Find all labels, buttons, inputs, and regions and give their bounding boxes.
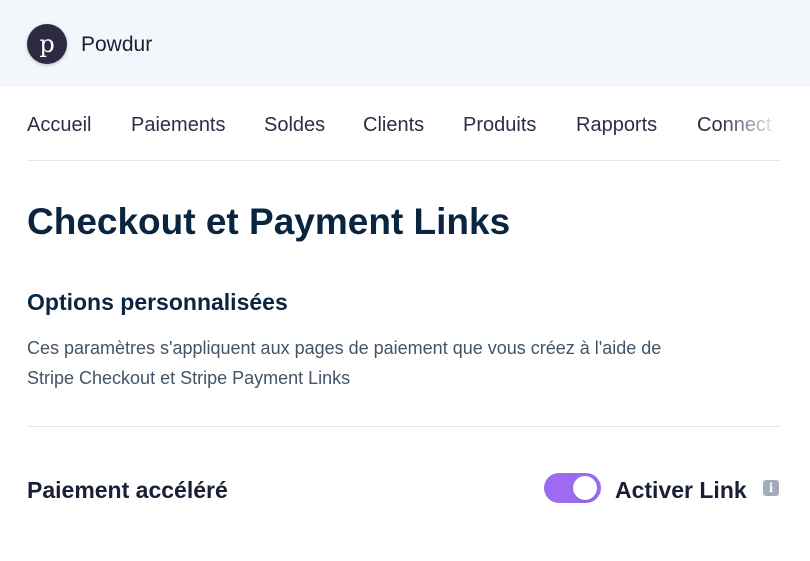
- setting-label-accelerated-payment: Paiement accéléré: [27, 477, 228, 503]
- nav-item-soldes[interactable]: Soldes: [264, 113, 325, 137]
- info-icon[interactable]: i: [763, 480, 779, 496]
- nav-divider: [27, 160, 780, 161]
- nav-item-rapports[interactable]: Rapports: [576, 113, 657, 137]
- top-bar: p Powdur: [0, 0, 810, 87]
- nav-item-produits[interactable]: Produits: [463, 113, 536, 137]
- brand-logo-letter: p: [39, 30, 55, 58]
- section-divider: [27, 426, 780, 427]
- brand-name[interactable]: Powdur: [81, 33, 152, 57]
- nav-item-accueil[interactable]: Accueil: [27, 113, 91, 137]
- brand-logo[interactable]: p: [27, 24, 67, 64]
- toggle-knob: [573, 476, 597, 500]
- enable-link-toggle[interactable]: [544, 473, 601, 503]
- section-title: Options personnalisées: [27, 289, 288, 315]
- nav-item-paiements[interactable]: Paiements: [131, 113, 226, 137]
- page-title: Checkout et Payment Links: [27, 201, 511, 242]
- nav-item-connect[interactable]: Connect: [697, 113, 772, 137]
- section-description: Ces paramètres s'appliquent aux pages de…: [27, 338, 662, 388]
- enable-link-label[interactable]: Activer Link: [615, 476, 747, 504]
- main-nav: Accueil Paiements Soldes Clients Produit…: [27, 113, 780, 139]
- nav-item-clients[interactable]: Clients: [363, 113, 424, 137]
